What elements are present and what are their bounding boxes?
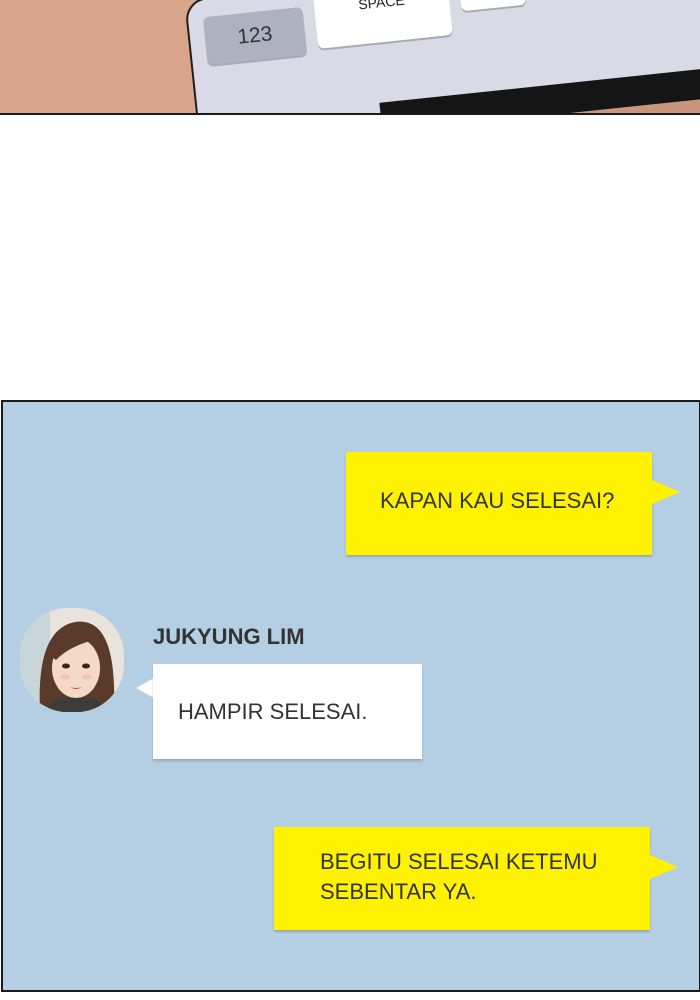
message-text-line: BEGITU SELESAI KETEMU: [320, 849, 598, 874]
sender-name: JUKYUNG LIM: [153, 624, 305, 649]
message-text: HAMPIR SELESAI.: [178, 699, 368, 724]
comic-panel-keyboard: 123 SPACE: [0, 0, 700, 115]
avatar-portrait-icon: [20, 608, 124, 712]
message-text-line: SEBENTAR YA.: [320, 879, 477, 904]
bubble-tail: [652, 480, 680, 504]
message-text: KAPAN KAU SELESAI?: [380, 488, 615, 513]
outgoing-message-bubble: BEGITU SELESAI KETEMU SEBENTAR YA.: [274, 827, 650, 930]
bubble-tail: [650, 855, 678, 879]
bubble-tail: [136, 678, 154, 698]
chat-panel: KAPAN KAU SELESAI? JUKYUNG LIM HAMPIR SE…: [1, 400, 700, 992]
incoming-message-bubble: HAMPIR SELESAI.: [153, 664, 422, 759]
outgoing-message-bubble: KAPAN KAU SELESAI?: [346, 452, 652, 555]
avatar: [20, 608, 124, 712]
